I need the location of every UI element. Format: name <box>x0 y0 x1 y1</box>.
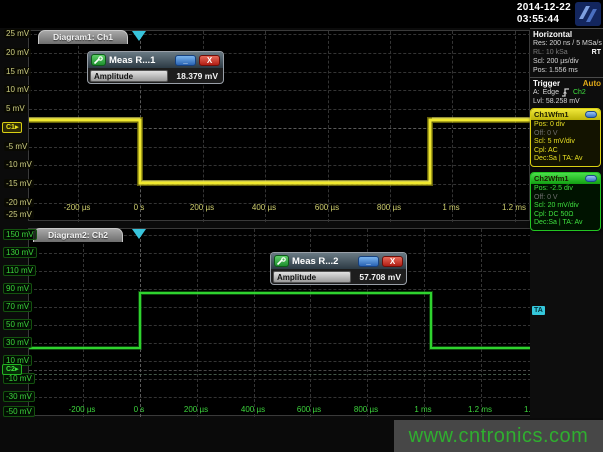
d1-xlabel: -200 µs <box>52 203 102 212</box>
close-icon[interactable]: X <box>382 256 403 267</box>
horizontal-settings-panel[interactable]: Horizontal Res: 200 ns / 5 MSa/s RL: 10 … <box>530 28 603 77</box>
d1-ylabel: -10 mV <box>4 160 34 169</box>
d2-xlabel: 1 ms <box>398 405 448 414</box>
meas1-value: 18.379 mV <box>168 71 221 81</box>
d1-ylabel: -25 mV <box>4 210 34 219</box>
d1-ylabel: -20 mV <box>4 198 34 207</box>
wrench-icon <box>91 54 106 66</box>
meas1-param-label[interactable]: Amplitude <box>90 70 168 82</box>
meas1-header[interactable]: Meas R...1 _ X <box>88 52 223 68</box>
close-icon[interactable]: X <box>199 55 220 66</box>
trigger-title: Trigger <box>533 79 560 88</box>
minimize-button[interactable]: _ <box>175 55 196 66</box>
d1-ylabel: -5 mV <box>4 142 29 151</box>
tab-diagram1[interactable]: Diagram1: Ch1 <box>38 30 128 44</box>
horizontal-title: Horizontal <box>533 30 572 39</box>
d2-xlabel: 800 µs <box>341 405 391 414</box>
trigger-position-marker-diagram1[interactable] <box>132 31 146 41</box>
rising-edge-icon <box>562 88 570 97</box>
meas2-param-label[interactable]: Amplitude <box>273 271 351 283</box>
d2-ylabel: -30 mV <box>3 391 35 402</box>
meas2-header[interactable]: Meas R...2 _ X <box>271 253 406 269</box>
d2-ylabel: 50 mV <box>3 319 32 330</box>
trigger-level-marker[interactable]: TA <box>532 306 545 315</box>
minimize-button[interactable]: _ <box>358 256 379 267</box>
ch2-position-marker[interactable]: C2▸ <box>2 364 22 375</box>
ch1-waveform-panel[interactable]: Ch1Wfm1 Pos: 0 div Off: 0 V Scl: 5 mV/di… <box>530 108 601 167</box>
date-text: 2014-12-22 <box>517 2 571 14</box>
trigger-settings-panel[interactable]: Trigger Auto A: Edge Ch2 Lvl: 58.258 mV <box>530 77 603 108</box>
meas2-value: 57.708 mV <box>351 272 404 282</box>
minimize-pill-icon[interactable] <box>585 175 597 182</box>
time-text: 03:55:44 <box>517 14 571 26</box>
settings-sidebar: Horizontal Res: 200 ns / 5 MSa/s RL: 10 … <box>530 28 603 418</box>
watermark-text: www.cntronics.com <box>409 425 589 448</box>
ch2-panel-title: Ch2Wfm1 <box>534 174 569 183</box>
d2-ylabel: 70 mV <box>3 301 32 312</box>
d2-ylabel: 110 mV <box>3 265 36 276</box>
tab-diagram2[interactable]: Diagram2: Ch2 <box>33 228 123 242</box>
d1-ylabel: 25 mV <box>4 29 31 38</box>
meas-result-popup-1[interactable]: Meas R...1 _ X Amplitude 18.379 mV <box>87 51 224 84</box>
bottom-strip: www.cntronics.com <box>0 418 603 452</box>
wrench-icon <box>274 255 289 267</box>
watermark-box: www.cntronics.com <box>394 420 603 452</box>
oscilloscope-screen: 2014-12-22 03:55:44 <box>0 0 603 452</box>
d2-ylabel: 150 mV <box>3 229 37 240</box>
d1-xlabel: 1 ms <box>426 203 476 212</box>
d2-ylabel: 30 mV <box>3 337 32 348</box>
d1-ylabel: 5 mV <box>4 104 27 113</box>
trigger-position-marker-diagram2[interactable] <box>132 229 146 239</box>
d1-xlabel: 800 µs <box>364 203 414 212</box>
d1-xlabel: 0 s <box>114 203 164 212</box>
top-bar: 2014-12-22 03:55:44 <box>0 0 603 28</box>
d2-xlabel: -200 µs <box>57 405 107 414</box>
trigger-mode-badge: Auto <box>583 79 601 88</box>
datetime-display: 2014-12-22 03:55:44 <box>517 2 571 26</box>
d2-xlabel: 400 µs <box>228 405 278 414</box>
rohde-schwarz-logo-icon <box>575 2 601 26</box>
d2-xlabel: 0 s <box>114 405 164 414</box>
ch1-position-marker[interactable]: C1▸ <box>2 122 22 133</box>
d2-ylabel: -50 mV <box>3 406 35 417</box>
d1-ylabel: 15 mV <box>4 67 31 76</box>
d1-ylabel: 10 mV <box>4 85 31 94</box>
trigger-source: Ch2 <box>573 88 586 97</box>
d2-ylabel: 130 mV <box>3 247 37 258</box>
ch2-waveform-panel[interactable]: Ch2Wfm1 Pos: -2.5 div Off: 0 V Scl: 20 m… <box>530 172 601 231</box>
minimize-pill-icon[interactable] <box>585 111 597 118</box>
d1-xlabel: 200 µs <box>177 203 227 212</box>
meas-result-popup-2[interactable]: Meas R...2 _ X Amplitude 57.708 mV <box>270 252 407 285</box>
d2-xlabel: 1.2 ms <box>455 405 505 414</box>
meas1-title: Meas R...1 <box>109 55 172 66</box>
d1-xlabel: 600 µs <box>302 203 352 212</box>
meas2-title: Meas R...2 <box>292 256 355 267</box>
d2-ylabel: 90 mV <box>3 283 32 294</box>
d1-ylabel: 20 mV <box>4 48 31 57</box>
d1-ylabel: -15 mV <box>4 179 34 188</box>
d2-xlabel: 600 µs <box>284 405 334 414</box>
d1-xlabel: 400 µs <box>239 203 289 212</box>
d2-xlabel: 200 µs <box>171 405 221 414</box>
realtime-badge: RT <box>592 48 601 57</box>
ch1-panel-title: Ch1Wfm1 <box>534 110 569 119</box>
